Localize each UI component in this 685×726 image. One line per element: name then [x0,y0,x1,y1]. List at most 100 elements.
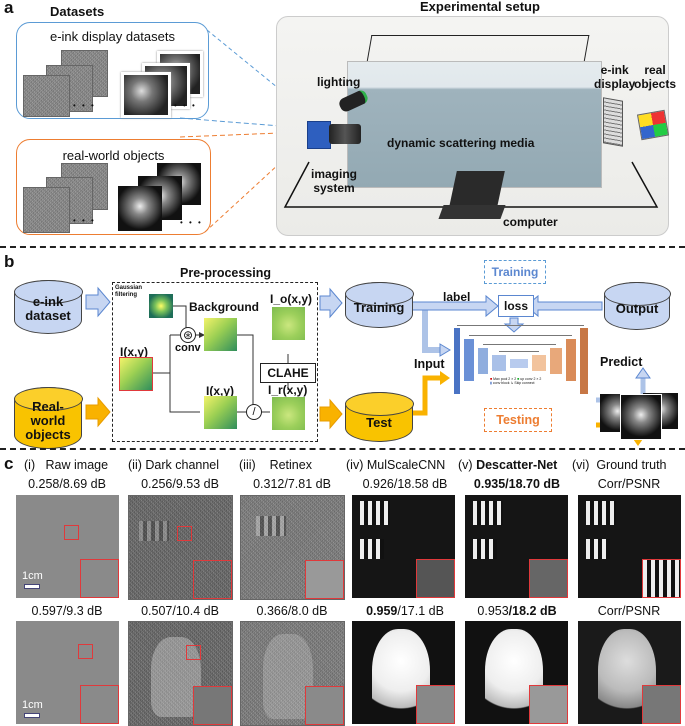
metric-bold-part: /18.2 dB [508,604,557,618]
zoom-inset [305,686,344,725]
target-bars [586,501,616,525]
test-db-label: Test [366,415,392,430]
io-label: I_o(x,y) [270,292,313,306]
metric-mulscale-row2: 0.959/17.1 dB [350,604,460,618]
mulscalecnn-object [352,621,455,724]
unet-decoder-block [566,339,576,381]
zoom-inset [416,685,455,724]
imaging-system-label-line2: system [313,181,355,195]
scale-bar [24,584,40,589]
column-name: Dark channel [145,458,220,472]
column-title-ground-truth: (vi) Ground truth [572,458,667,472]
metric-rest-part: /17.1 dB [397,604,444,618]
column-title-mulscalecnn: (iv) MulScaleCNN [346,458,445,472]
metric-mulscale-row1: 0.926/18.58 dB [362,477,448,491]
arrow-to-test [319,398,343,430]
setup-scene: dynamic scattering media lighting imagin… [276,16,676,236]
eink-display-label-line2: display [594,77,636,91]
metric-raw-row1: 0.258/8.69 dB [28,477,106,491]
dark-channel-object [128,621,233,726]
scale-bar [24,713,40,718]
camera-lens-icon [329,124,361,144]
metric-descatter-row1: 0.935/18.70 dB [473,477,561,491]
arrow-eink-to-preprocess [85,286,111,318]
metric-gt-row1: Corr/PSNR [597,477,661,491]
unet-legend: ■ Max pool 2 × 2 ■ up conv 2 × 2 ▮ conv … [490,377,542,385]
mulscalecnn-target [352,495,455,598]
arrow-output-to-loss [525,294,603,318]
eink-display-label: e-ink display [594,63,635,91]
gaussian-filtering-label: Gaussian filtering [115,285,142,299]
roi-box [78,644,93,659]
descatter-net-object [465,621,568,724]
test-cylinder: Test [344,391,414,442]
arrow-to-training [319,287,343,319]
column-numeral: (iv) [346,458,364,472]
section-separator [0,448,685,450]
background-label: Background [189,300,260,314]
dark-channel-target [128,495,233,600]
zoom-inset [416,559,455,598]
ground-truth-object [578,621,681,724]
laptop-keyboard-icon [438,205,506,219]
setup-title: Experimental setup [420,0,540,14]
unet-diagram: ■ Max pool 2 × 2 ■ up conv 2 × 2 ▮ conv … [452,325,592,395]
roi-box [186,645,201,660]
scale-bar-label: 1cm [22,570,43,582]
lighting-label: lighting [317,75,361,89]
descatter-net-target [465,495,568,598]
real-objects-label-line2: objects [634,77,677,91]
loss-box: loss [498,295,534,317]
roi-box [177,526,192,541]
camera-body-icon [307,121,331,149]
skip-connection [457,325,584,329]
gaussian-label-line1: Gaussian [115,285,143,291]
input-image [119,357,153,391]
skip-connection [469,335,572,336]
target-bars [473,501,503,525]
raw-image-target: 1cm [16,495,119,598]
zoom-inset [80,685,119,724]
column-numeral: (i) [24,458,36,472]
target-bars [586,539,610,559]
metric-retinex-row2: 0.366/8.0 dB [256,604,328,618]
metric-retinex-row1: 0.312/7.81 dB [253,477,331,491]
zoom-inset [305,560,344,599]
retinex-target [240,495,345,600]
column-name: Ground truth [596,458,667,472]
eink-display-label-line1: e-ink [600,63,629,77]
arrow-real-to-preprocess [85,396,111,428]
zoom-inset [642,559,681,598]
lower-input-image [204,396,237,429]
column-title-retinex: (iii) Retinex [239,458,312,472]
column-name: Raw image [45,458,109,472]
ir-label: I_r(x,y) [268,383,308,397]
metric-gt-row2: Corr/PSNR [597,604,661,618]
column-numeral: (v) [458,458,473,472]
real-objects-label: real objects [634,63,676,91]
eink-display-icon [603,97,623,147]
metric-raw-row2: 0.597/9.3 dB [31,604,103,618]
unet-encoder-block [478,348,488,374]
unet-encoder-block [454,328,460,394]
unet-decoder-block [580,328,588,394]
metric-bold-part: 0.959 [366,604,398,618]
testing-tag: Testing [484,408,552,432]
label-text: label [443,290,471,304]
imaging-system-label-line1: imaging [311,167,358,181]
target-bars [256,516,286,536]
skip-legend: Skip connect [514,381,535,385]
retinex-object [240,621,345,726]
laptop-screen-icon [449,171,505,207]
roi-box [64,525,79,540]
output-enhanced-image [272,307,305,340]
retinex-image [272,397,305,430]
gaussian-kernel-image [149,294,173,318]
conv-label: conv [175,342,201,354]
gaussian-label-line2: filtering [115,292,137,298]
convolution-operator-icon: ⊛ [180,327,196,343]
target-bars [473,539,497,559]
computer-label: computer [503,215,558,229]
zoom-inset [529,685,568,724]
target-bars [139,521,169,541]
